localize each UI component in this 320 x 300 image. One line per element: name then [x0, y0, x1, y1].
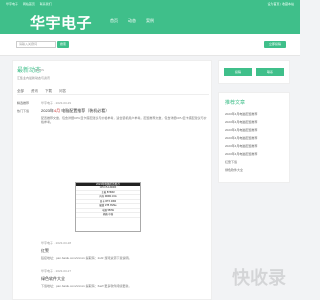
section-subtitle: NEWS: [35, 68, 44, 72]
tab-download[interactable]: 下载: [45, 89, 52, 93]
post-title[interactable]: 红警: [41, 248, 207, 254]
top-right-links[interactable]: 设为首页 | 收藏本站: [268, 2, 294, 6]
contribute-button[interactable]: 立即投稿: [264, 41, 286, 48]
left-filter-downloads[interactable]: 热门下载: [17, 109, 37, 113]
site-logo[interactable]: 华宇电子: [30, 12, 92, 33]
main-nav: 首页 动态 案例: [110, 18, 154, 24]
post-title-rest: 电脑配置推荐（装机必看）: [60, 108, 110, 113]
top-link-2[interactable]: 网站首页: [23, 2, 35, 6]
main-content: 最新动态 NEWS 汇集业内最新动态与资讯 全部 资讯 下载 问答 精选推荐 热…: [12, 60, 212, 300]
recommend-item[interactable]: 2023年4月电脑配置推荐: [225, 128, 283, 132]
recommend-item[interactable]: 2023年4月电脑配置推荐: [225, 120, 283, 124]
recommend-item[interactable]: 2023年4月电脑配置推荐: [225, 136, 283, 140]
post-title-prefix: 2023年: [41, 108, 54, 113]
sidebar-contact-button[interactable]: 联系: [256, 68, 284, 76]
top-links: 华宇电子 网站首页 联系我们: [6, 2, 56, 6]
post-meta: 华宇电子 · 2023-03-27: [41, 269, 72, 273]
tab-news[interactable]: 资讯: [31, 89, 38, 93]
spec-table-row: 机箱 中塔: [76, 213, 140, 218]
recommend-item[interactable]: 2023年4月电脑配置推荐: [225, 152, 283, 156]
recommend-list: 2023年4月电脑配置推荐 2023年4月电脑配置推荐 2023年4月电脑配置推…: [225, 112, 283, 172]
recommend-box: 推荐文章 2023年4月电脑配置推荐 2023年4月电脑配置推荐 2023年4月…: [218, 92, 290, 183]
search-bar: 请输入关键词 搜索 立即投稿: [0, 34, 300, 56]
watermark: 快收录: [232, 268, 286, 288]
left-filter-list: 精选推荐 热门下载: [17, 101, 37, 117]
post-meta: 华宇电子 · 2023-03-29: [41, 101, 72, 105]
recommend-item[interactable]: 2023年4月电脑配置推荐: [225, 144, 283, 148]
tab-all[interactable]: 全部: [17, 89, 24, 93]
nav-item-news[interactable]: 动态: [128, 18, 136, 24]
search-input[interactable]: 请输入关键词: [16, 41, 56, 48]
section-description: 汇集业内最新动态与资讯: [17, 76, 51, 80]
sidebar-contribute-button[interactable]: 投稿: [224, 68, 252, 76]
post-title[interactable]: 绿色软件大全: [41, 276, 207, 282]
list-item[interactable]: 华宇电子 · 2023-03-29 2023年4月 电脑配置推荐（装机必看） 配…: [41, 101, 207, 124]
post-excerpt: 配置推荐文章，包含详细CPU显卡搭配建议与价格参考，适合装机用户参考。配置推荐文…: [41, 116, 207, 124]
search-button[interactable]: 搜索: [57, 41, 69, 48]
list-item[interactable]: 华宇电子 · 2023-03-27 绿色软件大全 下载地址：pan.baidu.…: [41, 269, 207, 288]
recommend-item[interactable]: 红警下载: [225, 160, 283, 164]
post-meta: 华宇电子 · 2023-03-28: [41, 241, 72, 245]
post-title[interactable]: 2023年4月 电脑配置推荐（装机必看）: [41, 108, 207, 114]
recommend-item[interactable]: 2023年4月电脑配置推荐: [225, 112, 283, 116]
nav-item-cases[interactable]: 案例: [146, 18, 154, 24]
tab-qa[interactable]: 问答: [59, 89, 66, 93]
left-filter-featured[interactable]: 精选推荐: [17, 101, 37, 105]
spec-table-image: 2023年电脑配置推荐 CPU i5-13400F 主板 B760M 内存 DD…: [75, 182, 141, 232]
top-bar: 华宇电子 网站首页 联系我们 设为首页 | 收藏本站: [0, 0, 300, 8]
site-header: 华宇电子 首页 动态 案例: [0, 8, 300, 34]
list-item[interactable]: 华宇电子 · 2023-03-28 红警 链接地址：pan.baidu.com/…: [41, 241, 207, 260]
nav-item-home[interactable]: 首页: [110, 18, 118, 24]
recommend-title: 推荐文章: [225, 100, 246, 106]
top-link-3[interactable]: 联系我们: [40, 2, 52, 6]
top-link-1[interactable]: 华宇电子: [6, 2, 18, 6]
sidebar-actions: 投稿 联系: [218, 60, 290, 84]
post-excerpt: 下载地址：pan.baidu.com/s/xxxx 提取码：6a2f 更多软件持…: [41, 284, 132, 288]
post-excerpt: 链接地址：pan.baidu.com/s/xxxx 提取码：2u9r 游戏资源下…: [41, 256, 132, 260]
content-tabs: 全部 资讯 下载 问答: [17, 89, 209, 95]
recommend-item[interactable]: 绿色软件大全: [225, 168, 283, 172]
